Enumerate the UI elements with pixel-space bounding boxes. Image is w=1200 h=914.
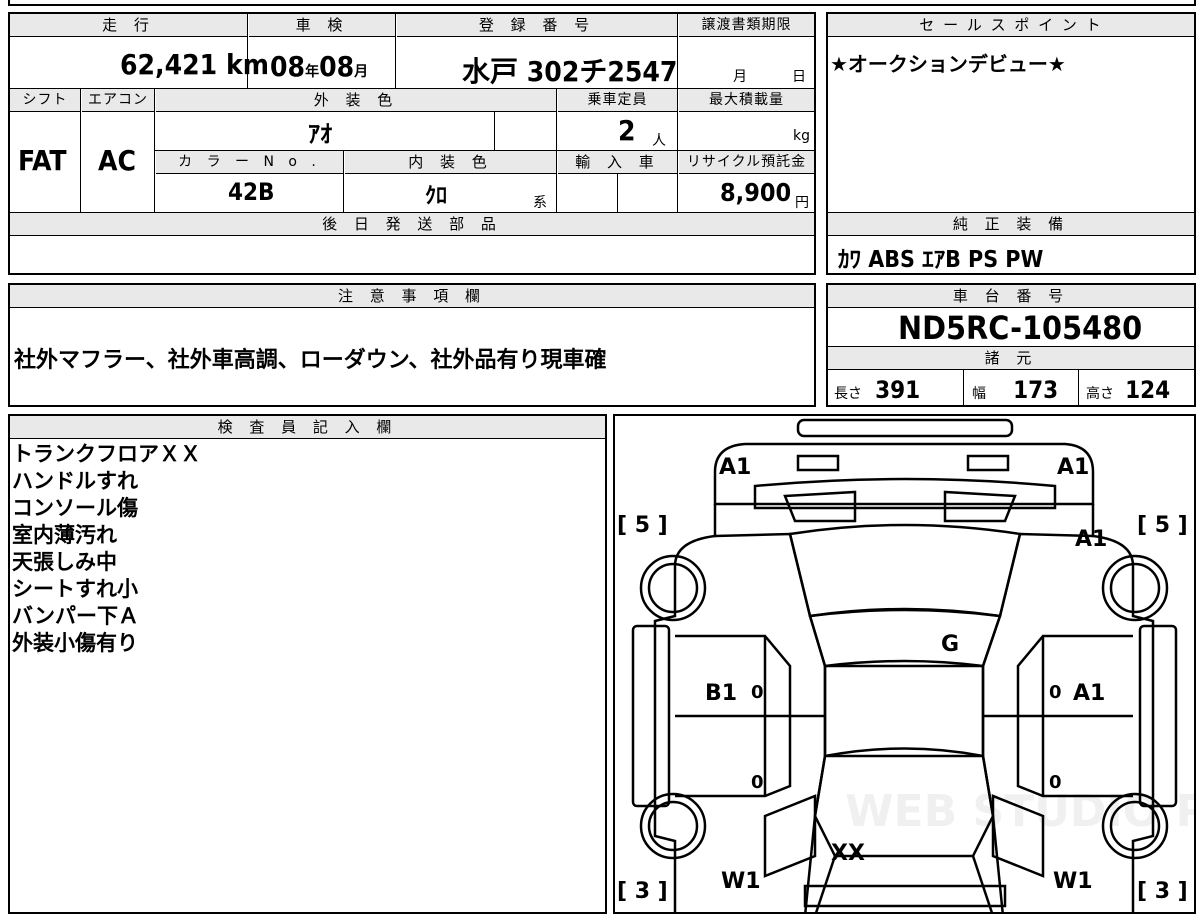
- mileage-value: 62,421 km: [120, 48, 269, 81]
- capacity-label: 乗車定員: [558, 89, 677, 112]
- top-strip: [8, 0, 1196, 6]
- inspector-label: 検 査 員 記 入 欄: [10, 416, 605, 439]
- equipment-value: ｶﾜ ABS ｴｱB PS PW: [838, 247, 1044, 273]
- selling-point-text: ★オークションデビュー★: [830, 52, 1066, 76]
- tire-rear-right: [ 3 ]: [1137, 879, 1188, 904]
- chassis-label: 車 台 番 号: [828, 285, 1194, 308]
- inspector-line: 外装小傷有り: [12, 631, 138, 655]
- inspector-line: ハンドルすれ: [12, 469, 138, 493]
- aircon-value: AC: [98, 144, 136, 177]
- inspector-line: トランクフロアＸＸ: [12, 442, 201, 466]
- aircon-label: エアコン: [82, 89, 154, 112]
- tire-front-left: [ 5 ]: [617, 513, 668, 538]
- deadline-day-unit: 日: [792, 69, 806, 85]
- mark-zero: 0: [1049, 682, 1062, 703]
- mark-b1: B1: [705, 681, 737, 706]
- registration-value: 水戸 302チ2547: [462, 55, 678, 88]
- exterior-color-label: 外 装 色: [156, 89, 556, 112]
- interior-color-label: 内 装 色: [345, 151, 556, 174]
- mileage-label: 走 行: [10, 14, 247, 37]
- registration-label: 登 録 番 号: [397, 14, 677, 37]
- mark-a1-top-right: A1: [1057, 455, 1089, 480]
- capacity-value: 2: [618, 114, 636, 147]
- car-diagram-box: WEB STUDIO PRO A1 A1 A1 G B1 0 0 A1 0 0 …: [613, 414, 1196, 914]
- selling-point-label: セ ー ル ス ポ イ ン ト: [828, 14, 1194, 37]
- color-no-label: カ ラ ー N o .: [156, 151, 343, 174]
- specs-length: 長さ 391: [834, 376, 921, 404]
- color-no-value: 42B: [228, 178, 275, 206]
- specs-width: 幅 173: [972, 376, 1059, 404]
- inspector-line: バンパー下Ａ: [12, 604, 140, 628]
- capacity-unit: 人: [652, 133, 666, 149]
- mark-w1-right: W1: [1053, 869, 1093, 894]
- interior-color-value: ｸﾛ: [425, 184, 448, 209]
- notes-label: 注 意 事 項 欄: [10, 285, 814, 308]
- recycle-unit: 円: [795, 195, 809, 211]
- max-load-unit: kg: [793, 128, 810, 144]
- inspector-line: シートすれ小: [12, 577, 138, 601]
- interior-color-suffix: 系: [533, 195, 547, 211]
- inspector-notes: トランクフロアＸＸ ハンドルすれ コンソール傷 室内薄汚れ 天張しみ中 シートす…: [12, 441, 201, 657]
- mark-zero: 0: [751, 772, 764, 793]
- mark-a1-mid-right: A1: [1073, 681, 1105, 706]
- mark-g: G: [941, 632, 959, 657]
- inspector-line: コンソール傷: [12, 496, 138, 520]
- recycle-label: リサイクル預託金: [679, 151, 814, 174]
- inspector-line: 室内薄汚れ: [12, 523, 117, 547]
- later-parts-label: 後 日 発 送 部 品: [10, 213, 814, 236]
- mark-a1-right: A1: [1075, 527, 1107, 552]
- mark-zero: 0: [1049, 772, 1062, 793]
- transfer-deadline-label: 譲渡書類期限: [679, 14, 814, 37]
- inspection-value: 08年08月: [270, 50, 369, 83]
- watermark: WEB STUDIO PRO: [845, 786, 1194, 837]
- specs-height: 高さ 124: [1086, 376, 1171, 404]
- mark-zero: 0: [751, 682, 764, 703]
- equipment-label: 純 正 装 備: [828, 213, 1194, 236]
- mark-w1-left: W1: [721, 869, 761, 894]
- car-diagram: WEB STUDIO PRO A1 A1 A1 G B1 0 0 A1 0 0 …: [617, 418, 1194, 912]
- shift-value: FAT: [18, 144, 67, 177]
- exterior-color-value: ｱｵ: [308, 120, 332, 148]
- chassis-value: ND5RC-105480: [898, 309, 1143, 347]
- inspection-label: 車 検: [249, 14, 395, 37]
- max-load-label: 最大積載量: [679, 89, 814, 112]
- recycle-value: 8,900: [720, 178, 792, 207]
- tire-front-right: [ 5 ]: [1137, 513, 1188, 538]
- mark-a1-top-left: A1: [719, 455, 751, 480]
- deadline-month-unit: 月: [733, 69, 747, 85]
- notes-text: 社外マフラー、社外車高調、ローダウン、社外品有り現車確: [14, 348, 607, 373]
- mark-xx: XX: [831, 841, 865, 866]
- shift-label: シフト: [10, 89, 80, 112]
- specs-label: 諸 元: [828, 347, 1194, 370]
- tire-rear-left: [ 3 ]: [617, 879, 668, 904]
- import-car-label: 輸 入 車: [558, 151, 677, 174]
- inspector-line: 天張しみ中: [12, 550, 117, 574]
